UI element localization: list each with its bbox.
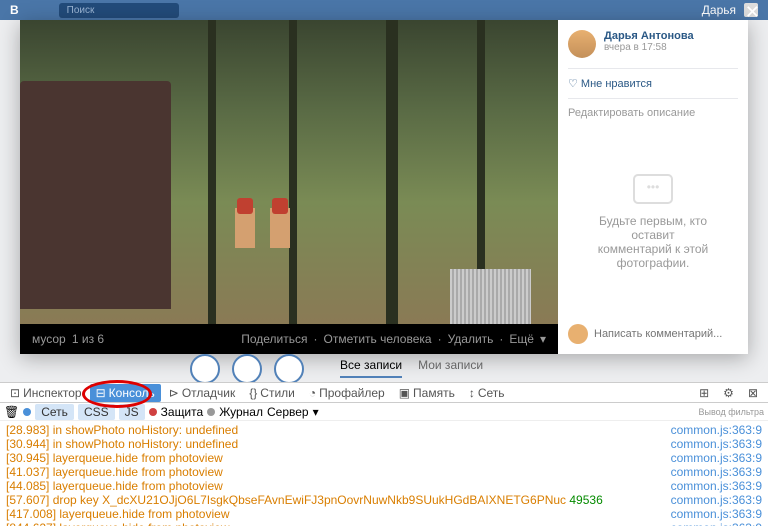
tab-inspector[interactable]: ⊡Инспектор bbox=[4, 384, 88, 402]
author-avatar[interactable] bbox=[568, 30, 596, 58]
feed-tabs: Все записи Мои записи bbox=[340, 354, 483, 378]
tab-network[interactable]: ↕Сеть bbox=[463, 384, 511, 402]
memory-icon: ▣ bbox=[399, 386, 410, 400]
devtools-tabs: ⊡Инспектор ⊟Консоль ⊳Отладчик {}Стили ◔П… bbox=[0, 383, 768, 403]
tab-console[interactable]: ⊟Консоль bbox=[90, 384, 161, 402]
edit-description[interactable]: Редактировать описание bbox=[568, 99, 738, 127]
photo-counter: 1 из 6 bbox=[72, 332, 104, 346]
devtools-close-icon[interactable]: ⊠ bbox=[742, 384, 764, 402]
log-line: [30.945] layerqueue.hide from photoviewc… bbox=[6, 451, 762, 465]
console-filters: 🗑 Сеть CSS JS Защита Журнал Сервер ▾ Выв… bbox=[0, 403, 768, 421]
styles-icon: {} bbox=[249, 386, 257, 400]
search-input[interactable]: Поиск bbox=[59, 3, 179, 18]
inspector-icon: ⊡ bbox=[10, 386, 20, 400]
tab-all[interactable]: Все записи bbox=[340, 354, 402, 378]
vk-logo[interactable]: В bbox=[10, 3, 19, 17]
photo-image[interactable] bbox=[20, 20, 558, 324]
author-name[interactable]: Дарья Антонова bbox=[604, 30, 694, 42]
log-line: [41.037] layerqueue.hide from photoviewc… bbox=[6, 465, 762, 479]
network-icon: ↕ bbox=[469, 386, 475, 400]
log-line: [28.983] in showPhoto noHistory: undefin… bbox=[6, 423, 762, 437]
tab-memory[interactable]: ▣Память bbox=[393, 384, 461, 402]
empty-comments: Будьте первым, кто оставит комментарий к… bbox=[568, 127, 738, 316]
console-icon: ⊟ bbox=[96, 386, 106, 400]
photo-sidebar: Дарья Антонова вчера в 17:58 Мне нравитс… bbox=[558, 20, 748, 354]
log-line: [57.607] drop key X_dcXU21OJjO6L7IsgkQbs… bbox=[6, 493, 762, 507]
comment-icon bbox=[633, 174, 673, 204]
close-icon[interactable]: ✕ bbox=[745, 2, 760, 23]
settings-icon[interactable]: ⚙ bbox=[717, 384, 740, 402]
photo-pane: мусор 1 из 6 Поделиться· Отметить челове… bbox=[20, 20, 558, 354]
log-line: [30.944] in showPhoto noHistory: undefin… bbox=[6, 437, 762, 451]
filter-dot[interactable] bbox=[149, 408, 157, 416]
profiler-icon: ◔ bbox=[309, 386, 316, 400]
share-button[interactable]: Поделиться bbox=[241, 332, 307, 346]
filter-js[interactable]: JS bbox=[119, 404, 145, 420]
filter-output[interactable]: Вывод фильтра bbox=[698, 407, 764, 417]
album-name[interactable]: мусор bbox=[32, 332, 66, 346]
devtools: ⊡Инспектор ⊟Консоль ⊳Отладчик {}Стили ◔П… bbox=[0, 382, 768, 526]
console-output[interactable]: [28.983] in showPhoto noHistory: undefin… bbox=[0, 421, 768, 526]
log-line: [44.085] layerqueue.hide from photoviewc… bbox=[6, 479, 762, 493]
stories-row bbox=[190, 354, 304, 384]
filter-protection[interactable]: Защита bbox=[161, 405, 204, 419]
tab-debugger[interactable]: ⊳Отладчик bbox=[163, 384, 242, 402]
author-block: Дарья Антонова вчера в 17:58 bbox=[568, 30, 738, 58]
trash-icon[interactable]: 🗑 bbox=[4, 405, 19, 419]
filter-server[interactable]: Сервер bbox=[267, 405, 309, 419]
story-item[interactable] bbox=[232, 354, 262, 384]
filter-css[interactable]: CSS bbox=[78, 404, 115, 420]
like-button[interactable]: Мне нравится bbox=[568, 68, 738, 99]
tab-mine[interactable]: Мои записи bbox=[418, 354, 483, 378]
topbar-user[interactable]: Дарья bbox=[702, 3, 736, 17]
comment-input-row bbox=[568, 316, 738, 344]
comment-input[interactable] bbox=[594, 328, 738, 340]
story-item[interactable] bbox=[190, 354, 220, 384]
tab-profiler[interactable]: ◔Профайлер bbox=[303, 384, 391, 402]
story-item[interactable] bbox=[274, 354, 304, 384]
tab-styles[interactable]: {}Стили bbox=[243, 384, 301, 402]
filter-dot[interactable] bbox=[23, 408, 31, 416]
photo-modal: мусор 1 из 6 Поделиться· Отметить челове… bbox=[20, 20, 748, 354]
filter-journal[interactable]: Журнал bbox=[219, 405, 263, 419]
topbar: В Поиск Дарья bbox=[0, 0, 768, 20]
filter-net[interactable]: Сеть bbox=[35, 404, 74, 420]
debugger-icon: ⊳ bbox=[169, 386, 179, 400]
log-line: [844.627] layerqueue.hide from photoview… bbox=[6, 521, 762, 526]
post-time: вчера в 17:58 bbox=[604, 42, 694, 53]
self-avatar bbox=[568, 324, 588, 344]
dock-icon[interactable]: ⊞ bbox=[693, 384, 715, 402]
filter-dot[interactable] bbox=[207, 408, 215, 416]
photo-footer: мусор 1 из 6 Поделиться· Отметить челове… bbox=[20, 324, 558, 354]
delete-button[interactable]: Удалить bbox=[448, 332, 494, 346]
tag-button[interactable]: Отметить человека bbox=[324, 332, 432, 346]
more-button[interactable]: Ещё bbox=[509, 332, 534, 346]
log-line: [417.008] layerqueue.hide from photoview… bbox=[6, 507, 762, 521]
